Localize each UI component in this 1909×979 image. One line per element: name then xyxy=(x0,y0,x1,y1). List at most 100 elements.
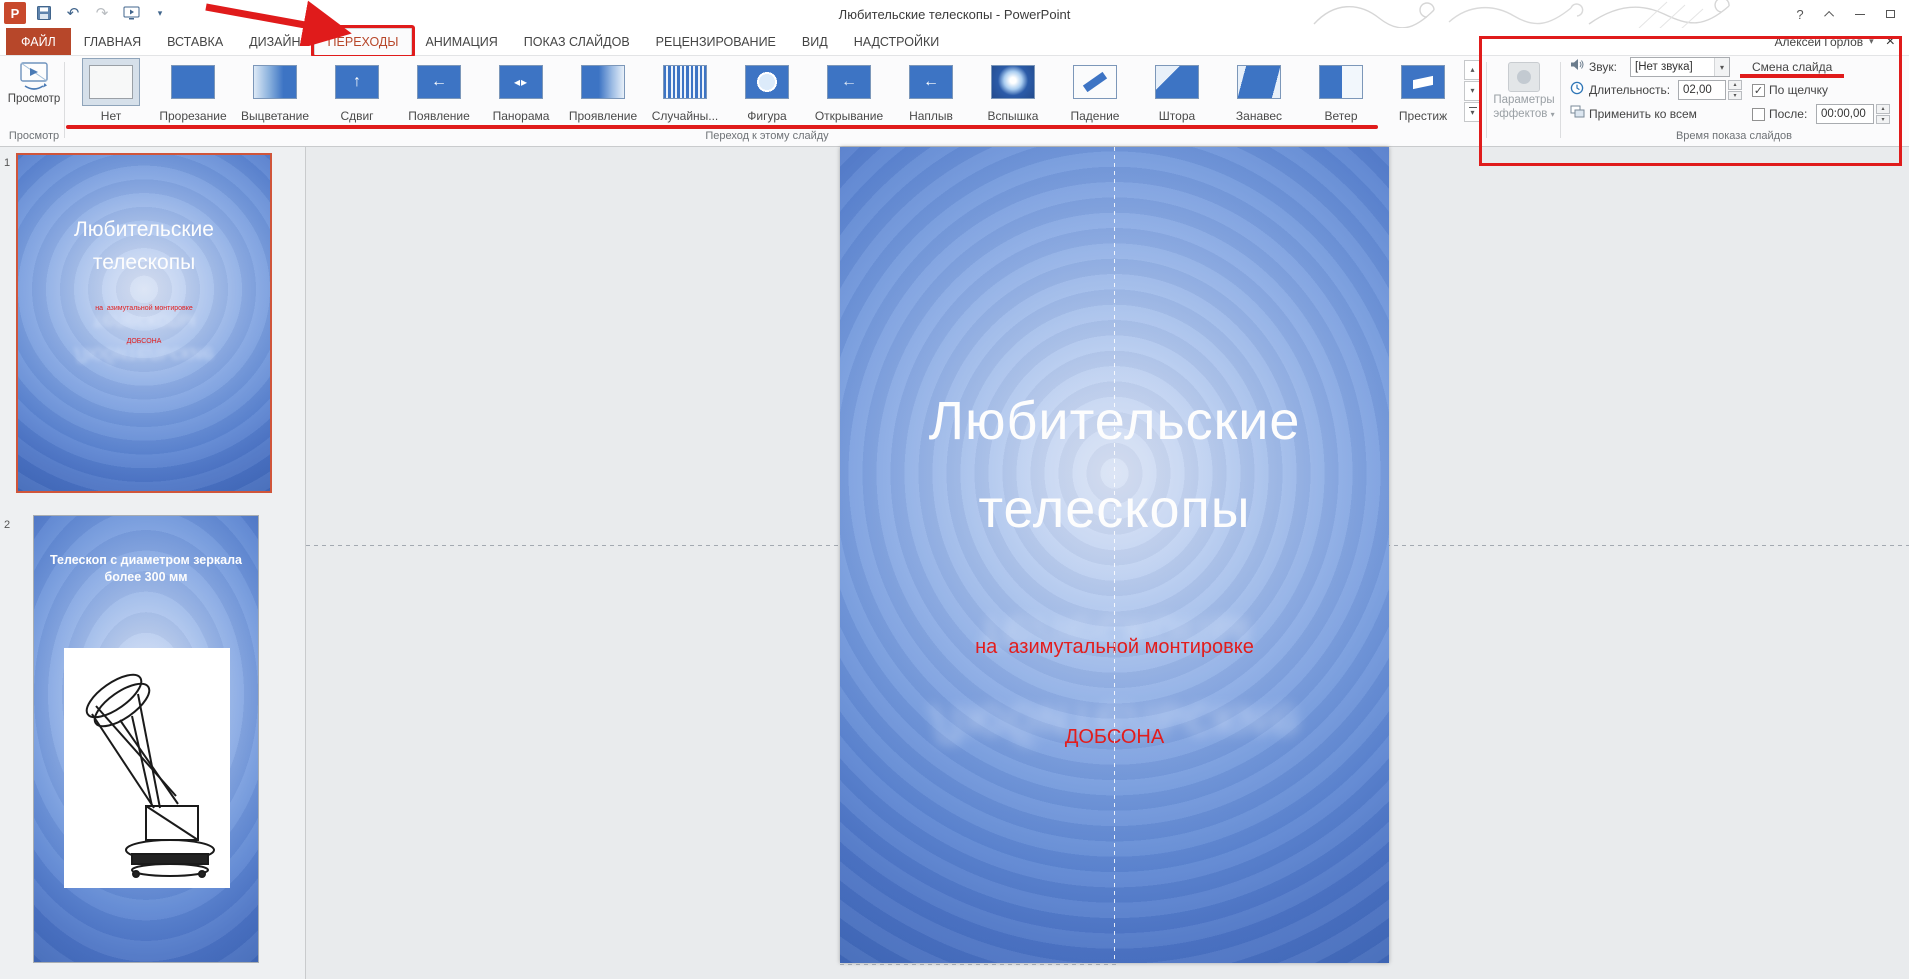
transition-none-icon xyxy=(89,65,133,99)
transition-split[interactable]: ◂▸Панорама xyxy=(480,58,562,123)
after-time-spinner: ▴ ▾ xyxy=(1876,104,1890,124)
tab-file[interactable]: ФАЙЛ xyxy=(6,28,71,55)
chevron-down-icon[interactable]: ▾ xyxy=(1869,36,1874,47)
transition-fall-over-icon xyxy=(1073,65,1117,99)
customize-qat-icon[interactable]: ▾ xyxy=(149,2,171,24)
tab-view[interactable]: ВИД xyxy=(789,28,841,55)
preview-icon xyxy=(17,60,51,90)
transition-gallery: Нет Прорезание Выцветание ↑Сдвиг ←Появле… xyxy=(70,58,1464,123)
undo-icon[interactable]: ↶ xyxy=(62,2,84,24)
apply-to-all-icon xyxy=(1570,105,1585,123)
tab-slideshow[interactable]: ПОКАЗ СЛАЙДОВ xyxy=(511,28,643,55)
user-area: Алексей Горлов ▾ × xyxy=(1775,28,1909,55)
transition-curtains[interactable]: Занавес xyxy=(1218,58,1300,123)
tab-home[interactable]: ГЛАВНАЯ xyxy=(71,28,154,55)
slide2-title-line2: более 300 мм xyxy=(34,569,258,586)
slides-panel: 1 Любительские телескопы на азимутальной… xyxy=(0,147,306,979)
slide1-thumbnail[interactable]: Любительские телескопы на азимутальной м… xyxy=(16,153,272,493)
transition-push[interactable]: ↑Сдвиг xyxy=(316,58,398,123)
transition-cut[interactable]: Прорезание xyxy=(152,58,234,123)
minimize-icon[interactable] xyxy=(1847,3,1873,25)
transition-flash[interactable]: Вспышка xyxy=(972,58,1054,123)
user-name[interactable]: Алексей Горлов xyxy=(1775,35,1864,49)
editor-canvas[interactable]: Любительские телескопы на азимутальной м… xyxy=(306,147,1909,979)
tab-review[interactable]: РЕЦЕНЗИРОВАНИЕ xyxy=(643,28,789,55)
transition-drape-icon xyxy=(1155,65,1199,99)
transition-cover-icon: ← xyxy=(909,65,953,99)
after-checkbox[interactable] xyxy=(1752,108,1765,121)
vertical-guide[interactable] xyxy=(1114,147,1115,963)
tab-addins[interactable]: НАДСТРОЙКИ xyxy=(841,28,953,55)
effect-options-button[interactable]: Параметры эффектов ▾ xyxy=(1492,60,1556,138)
chevron-down-icon[interactable]: ▾ xyxy=(1714,58,1729,76)
apply-to-all-button[interactable]: Применить ко всем xyxy=(1570,104,1697,124)
transition-reveal-icon xyxy=(581,65,625,99)
transition-cut-icon xyxy=(171,65,215,99)
gallery-scroll-up-icon[interactable]: ▴ xyxy=(1464,60,1481,80)
transition-flash-icon xyxy=(991,65,1035,99)
gallery-scroll-down-icon[interactable]: ▾ xyxy=(1464,81,1481,101)
on-click-checkbox-row[interactable]: ✓ По щелчку xyxy=(1752,80,1828,100)
preview-button[interactable]: Просмотр xyxy=(8,60,60,124)
transition-random-bars[interactable]: Случайны... xyxy=(644,58,726,123)
gallery-more-icon[interactable]: ▾ xyxy=(1464,102,1481,122)
transition-prestige-icon xyxy=(1401,65,1445,99)
duration-input[interactable]: 02,00 xyxy=(1678,80,1726,100)
transition-push-icon: ↑ xyxy=(335,65,379,99)
chevron-down-icon: ▾ xyxy=(1551,110,1555,119)
group-separator xyxy=(64,62,65,138)
spin-up-icon[interactable]: ▴ xyxy=(1876,104,1890,114)
preview-group-label: Просмотр xyxy=(6,130,62,142)
after-checkbox-row[interactable]: После: xyxy=(1752,104,1807,124)
transition-none[interactable]: Нет xyxy=(70,58,152,123)
after-label: После: xyxy=(1769,107,1807,121)
slide1-number: 1 xyxy=(4,157,10,169)
transition-drape[interactable]: Штора xyxy=(1136,58,1218,123)
spin-up-icon[interactable]: ▴ xyxy=(1728,80,1742,90)
slide1-subtitle-line1: на азимутальной монтировке xyxy=(18,303,270,314)
quick-access-toolbar: P ↶ ↷ ▾ xyxy=(4,2,171,24)
help-icon[interactable]: ? xyxy=(1787,3,1813,25)
close-icon[interactable]: × xyxy=(1880,33,1901,51)
transition-wind[interactable]: Ветер xyxy=(1300,58,1382,123)
current-slide[interactable]: Любительские телескопы на азимутальной м… xyxy=(840,147,1389,963)
maximize-icon[interactable] xyxy=(1877,3,1903,25)
bottom-guide xyxy=(840,964,1120,965)
ribbon-tab-bar: ФАЙЛ ГЛАВНАЯ ВСТАВКА ДИЗАЙН ПЕРЕХОДЫ АНИ… xyxy=(0,28,1909,56)
tab-animations[interactable]: АНИМАЦИЯ xyxy=(412,28,510,55)
transition-curtains-icon xyxy=(1237,65,1281,99)
sound-select[interactable]: [Нет звука] ▾ xyxy=(1630,57,1730,77)
effect-options-icon xyxy=(1508,62,1540,92)
transition-fade-icon xyxy=(253,65,297,99)
on-click-checkbox[interactable]: ✓ xyxy=(1752,84,1765,97)
telescope-image xyxy=(72,656,222,880)
save-icon[interactable] xyxy=(33,2,55,24)
transition-prestige[interactable]: Престиж xyxy=(1382,58,1464,123)
duration-label: Длительность: xyxy=(1589,83,1670,97)
duration-clock-icon xyxy=(1570,81,1584,100)
tab-transitions[interactable]: ПЕРЕХОДЫ xyxy=(314,28,413,55)
transition-uncover[interactable]: ←Открывание xyxy=(808,58,890,123)
tab-insert[interactable]: ВСТАВКА xyxy=(154,28,236,55)
gallery-scrollbar: ▴ ▾ ▾ xyxy=(1464,60,1481,122)
transition-reveal[interactable]: Проявление xyxy=(562,58,644,123)
transition-fall-over[interactable]: Падение xyxy=(1054,58,1136,123)
transition-shape[interactable]: Фигура xyxy=(726,58,808,123)
transition-fade[interactable]: Выцветание xyxy=(234,58,316,123)
tab-design[interactable]: ДИЗАЙН xyxy=(236,28,313,55)
slide2-thumbnail[interactable]: Телескоп с диаметром зеркала более 300 м… xyxy=(33,515,259,963)
on-click-label: По щелчку xyxy=(1769,83,1828,97)
start-slideshow-icon[interactable] xyxy=(120,2,142,24)
transition-cover[interactable]: ←Наплыв xyxy=(890,58,972,123)
sound-value: [Нет звука] xyxy=(1631,61,1714,73)
spin-down-icon[interactable]: ▾ xyxy=(1728,91,1742,101)
transition-shape-icon xyxy=(745,65,789,99)
transitions-group-label: Переход к этому слайду xyxy=(70,130,1464,142)
transition-wipe[interactable]: ←Появление xyxy=(398,58,480,123)
redo-icon[interactable]: ↷ xyxy=(91,2,113,24)
ribbon-display-options-icon[interactable] xyxy=(1817,3,1843,25)
sound-icon xyxy=(1570,58,1584,76)
slide1-subtitle-line2: ДОБСОНА xyxy=(18,336,270,347)
spin-down-icon[interactable]: ▾ xyxy=(1876,115,1890,125)
after-time-input[interactable]: 00:00,00 xyxy=(1816,104,1874,124)
